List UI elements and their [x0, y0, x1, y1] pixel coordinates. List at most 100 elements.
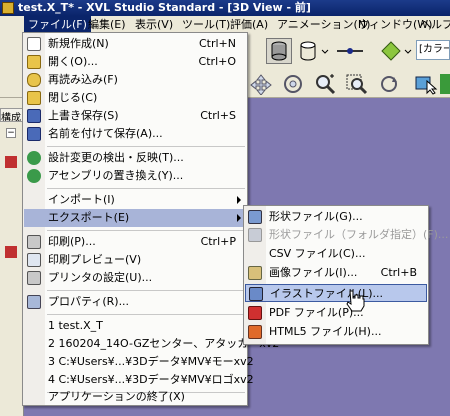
- menu-item-label: 印刷プレビュー(V): [48, 253, 142, 266]
- open-folder-icon: [27, 55, 41, 69]
- app-icon: [2, 2, 14, 14]
- close-folder-icon: [27, 91, 41, 105]
- color-combo[interactable]: [カラー: [416, 40, 450, 60]
- tree-expand-toggle[interactable]: −: [6, 128, 16, 138]
- menu-item-close[interactable]: 閉じる(C): [24, 89, 246, 107]
- menu-item-label: 再読み込み(F): [48, 73, 118, 86]
- illustration-file-icon: [249, 287, 263, 301]
- menu-item-image-file[interactable]: 画像ファイル(I)... Ctrl+B: [245, 264, 427, 282]
- shape-file-icon: [248, 210, 262, 224]
- menu-item-reload[interactable]: 再読み込み(F): [24, 71, 246, 89]
- menu-item-label: インポート(I): [48, 193, 115, 206]
- menu-item-new[interactable]: 新規作成(N) Ctrl+N: [24, 35, 246, 53]
- shortcut-label: Ctrl+O: [198, 55, 236, 68]
- printer-icon: [27, 235, 41, 249]
- submenu-arrow-icon: [237, 214, 241, 222]
- menu-item-label: アセンブリの置き換え(Y)...: [48, 169, 184, 182]
- menu-item-label: 3 C:¥Users¥...¥3Dデータ¥MV¥モーxv2: [48, 355, 254, 368]
- recent-file-2[interactable]: 2 160204_14O-GZセンター、アタッカーxv2: [24, 335, 279, 353]
- side-panel: 構成 −: [0, 98, 24, 416]
- menu-item-label: 開く(O)...: [48, 55, 98, 68]
- menu-item-label: 新規作成(N): [48, 37, 109, 50]
- menu-item-label: 画像ファイル(I)...: [269, 266, 358, 279]
- menu-item-label: プロパティ(R)...: [48, 295, 130, 308]
- green-tool-button[interactable]: [440, 74, 450, 94]
- menu-item-label: 4 C:¥Users¥...¥3Dデータ¥MV¥ロゴxv2: [48, 373, 254, 386]
- line-point-icon: [337, 48, 363, 54]
- menu-separator: [47, 188, 245, 189]
- save-as-icon: [27, 127, 41, 141]
- shortcut-label: Ctrl+B: [380, 266, 417, 279]
- menu-item-replace-assembly[interactable]: アセンブリの置き換え(Y)...: [24, 167, 246, 185]
- zoom-fit-button[interactable]: [344, 72, 370, 96]
- menu-item-label: エクスポート(E): [48, 211, 130, 224]
- menu-separator: [47, 146, 245, 147]
- menu-item-shape-file-folder: 形状ファイル（フォルダ指定）(F)...: [245, 226, 448, 244]
- cylinder-outline-button[interactable]: [296, 38, 330, 64]
- select-button[interactable]: [412, 72, 440, 96]
- recent-file-1[interactable]: 1 test.X_T: [24, 317, 246, 335]
- cylinder-outline-icon: [300, 41, 329, 61]
- menu-item-detect-changes[interactable]: 設計変更の検出・反映(T)...: [24, 149, 246, 167]
- zoom-button[interactable]: [312, 72, 338, 96]
- menu-separator: [47, 230, 245, 231]
- diamond-paint-icon: [381, 41, 412, 61]
- tree-node-icon: [5, 246, 17, 258]
- recent-file-4[interactable]: 4 C:¥Users¥...¥3Dデータ¥MV¥ロゴxv2: [24, 371, 254, 389]
- pan-arrows-icon: [250, 74, 272, 96]
- menu-item-save-as[interactable]: 名前を付けて保存(A)...: [24, 125, 246, 143]
- shortcut-label: Ctrl+S: [200, 109, 236, 122]
- menu-item-pdf-file[interactable]: PDF ファイル(P)...: [245, 304, 427, 322]
- cursor-cube-icon: [415, 76, 438, 95]
- shape-folder-icon: [248, 228, 262, 242]
- title-bar: test.X_T* - XVL Studio Standard - [3D Vi…: [0, 0, 450, 16]
- properties-icon: [27, 295, 41, 309]
- menu-item-label: 1 test.X_T: [48, 319, 103, 332]
- shortcut-label: Ctrl+N: [198, 37, 236, 50]
- menu-item-illustration-file[interactable]: イラストファイル(L)...: [245, 284, 427, 302]
- image-file-icon: [248, 266, 262, 280]
- menu-help[interactable]: ヘルプ(H): [416, 16, 450, 34]
- menu-item-label: 印刷(P)...: [48, 235, 96, 248]
- menu-item-properties[interactable]: プロパティ(R)...: [24, 293, 246, 311]
- menu-item-html5-file[interactable]: HTML5 ファイル(H)...: [245, 323, 427, 341]
- menu-item-print-preview[interactable]: 印刷プレビュー(V): [24, 251, 246, 269]
- menu-item-label: アプリケーションの終了(X): [48, 390, 185, 403]
- reset-view-button[interactable]: [376, 72, 402, 96]
- print-preview-icon: [27, 253, 41, 267]
- menu-item-label: 名前を付けて保存(A)...: [48, 127, 163, 140]
- file-menu: 新規作成(N) Ctrl+N 開く(O)... Ctrl+O 再読み込み(F) …: [22, 32, 279, 406]
- line-style-button[interactable]: [334, 38, 368, 64]
- tab-structure[interactable]: 構成: [0, 108, 24, 122]
- hand-cursor-icon: [346, 290, 365, 312]
- menu-item-open[interactable]: 開く(O)... Ctrl+O: [24, 53, 246, 71]
- recent-file-3[interactable]: 3 C:¥Users¥...¥3Dデータ¥MV¥モーxv2: [24, 353, 254, 371]
- cylinder-view-button[interactable]: [266, 38, 292, 64]
- reload-icon: [27, 73, 41, 87]
- reset-view-icon: [381, 76, 397, 92]
- menu-item-import[interactable]: インポート(I): [24, 191, 246, 209]
- new-file-icon: [27, 37, 41, 51]
- menu-item-export[interactable]: エクスポート(E): [24, 209, 246, 227]
- menu-item-exit[interactable]: アプリケーションの終了(X): [24, 388, 246, 405]
- menu-item-label: CSV ファイル(C)...: [269, 247, 366, 260]
- menu-item-printer-setup[interactable]: プリンタの設定(U)...: [24, 269, 246, 287]
- menu-item-csv-file[interactable]: CSV ファイル(C)...: [245, 245, 427, 263]
- menu-item-shape-file[interactable]: 形状ファイル(G)...: [245, 208, 427, 226]
- export-submenu: 形状ファイル(G)... 形状ファイル（フォルダ指定）(F)... CSV ファ…: [243, 205, 448, 345]
- detect-changes-icon: [27, 151, 41, 165]
- menu-item-print[interactable]: 印刷(P)... Ctrl+P: [24, 233, 246, 251]
- tree-node-icon: [5, 156, 17, 168]
- menu-separator: [47, 290, 245, 291]
- menu-item-save[interactable]: 上書き保存(S) Ctrl+S: [24, 107, 246, 125]
- menu-item-label: 形状ファイル(G)...: [269, 210, 363, 223]
- window-title: test.X_T* - XVL Studio Standard - [3D Vi…: [18, 1, 311, 14]
- cylinder-icon: [271, 41, 287, 61]
- paint-button[interactable]: [378, 38, 414, 64]
- rotate-icon: [284, 75, 302, 93]
- printer-setup-icon: [27, 271, 41, 285]
- html5-file-icon: [248, 325, 262, 339]
- pan-button[interactable]: [248, 72, 274, 96]
- rotate-button[interactable]: [280, 72, 306, 96]
- submenu-arrow-icon: [237, 196, 241, 204]
